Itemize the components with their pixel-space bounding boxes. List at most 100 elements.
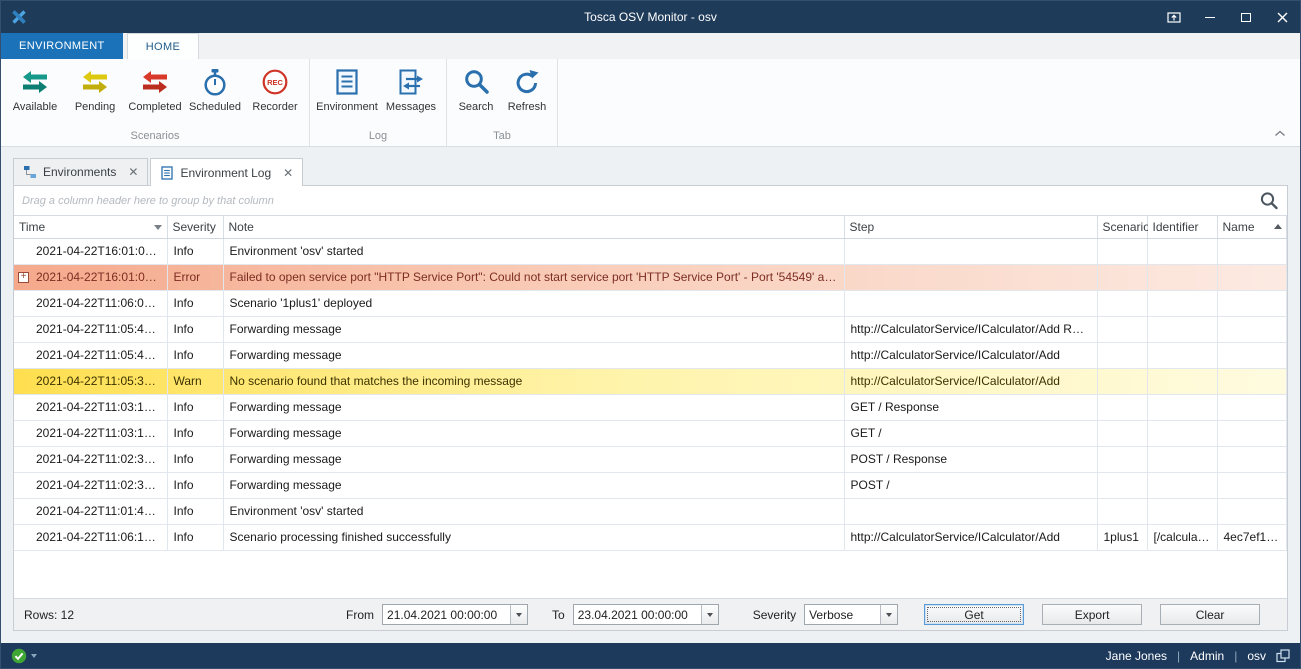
to-date-dropdown-button[interactable]	[701, 605, 718, 624]
scroll-up-icon[interactable]	[1274, 224, 1282, 229]
group-by-hint: Drag a column header here to group by th…	[22, 195, 274, 207]
ribbon: Available Pending Completed	[1, 59, 1300, 147]
close-button[interactable]	[1264, 1, 1300, 33]
chevron-down-icon	[707, 613, 713, 617]
table-row-warn[interactable]: 2021-04-22T11:05:34.043WarnNo scenario f…	[14, 368, 1287, 394]
column-header-step[interactable]: Step	[844, 216, 1097, 238]
from-date-input[interactable]	[383, 605, 510, 624]
severity-input[interactable]	[805, 605, 880, 624]
column-header-identifier[interactable]: Identifier	[1147, 216, 1217, 238]
ribbon-group-scenarios: Available Pending Completed	[1, 59, 310, 146]
ribbon-group-log: Environment Messages Log	[310, 59, 447, 146]
status-caret-icon	[31, 654, 37, 658]
log-document-icon	[332, 66, 362, 97]
clear-button[interactable]: Clear	[1160, 604, 1260, 625]
table-header-row: Time Severity Note Step Scenario Identif…	[14, 216, 1287, 238]
expand-row-icon[interactable]: +	[18, 272, 29, 283]
refresh-icon	[512, 66, 542, 97]
severity-dropdown-button[interactable]	[880, 605, 897, 624]
from-label: From	[346, 608, 374, 622]
group-by-bar[interactable]: Drag a column header here to group by th…	[14, 186, 1287, 216]
refresh-label: Refresh	[508, 101, 547, 113]
status-separator: |	[1177, 649, 1180, 663]
from-date-dropdown-button[interactable]	[510, 605, 527, 624]
column-header-scenario[interactable]: Scenario	[1097, 216, 1147, 238]
table-row[interactable]: 2021-04-22T11:01:42.744InfoEnvironment '…	[14, 498, 1287, 524]
swap-arrows-red-icon	[140, 66, 170, 97]
chevron-up-icon	[1274, 130, 1286, 137]
get-button[interactable]: Get	[924, 604, 1024, 625]
table-row[interactable]: 2021-04-22T11:05:46.097InfoForwarding me…	[14, 316, 1287, 342]
group-label-tab: Tab	[451, 130, 553, 146]
export-button[interactable]: Export	[1042, 604, 1142, 625]
window-title: Tosca OSV Monitor - osv	[1, 10, 1300, 24]
status-environment: osv	[1247, 649, 1266, 663]
rows-count: Rows: 12	[24, 608, 74, 622]
column-header-note[interactable]: Note	[223, 216, 844, 238]
statusbar: Jane Jones | Admin | osv	[1, 643, 1300, 668]
tab-environment-log[interactable]: Environment Log ✕	[150, 158, 303, 186]
environments-tree-icon	[23, 165, 37, 179]
table-row[interactable]: 2021-04-22T11:06:08.523InfoScenario '1pl…	[14, 290, 1287, 316]
column-header-severity[interactable]: Severity	[167, 216, 223, 238]
completed-button[interactable]: Completed	[125, 59, 185, 113]
group-label-scenarios: Scenarios	[5, 130, 305, 146]
to-label: To	[552, 608, 565, 622]
minimize-button[interactable]	[1192, 1, 1228, 33]
collapse-ribbon-button[interactable]	[1274, 124, 1286, 142]
column-header-time[interactable]: Time	[14, 216, 167, 238]
close-icon	[1277, 12, 1288, 23]
pending-button[interactable]: Pending	[65, 59, 125, 113]
window-controls	[1156, 1, 1300, 33]
maximize-button[interactable]	[1228, 1, 1264, 33]
record-icon: REC	[260, 66, 290, 97]
log-messages-label: Messages	[386, 101, 436, 113]
app-window: Tosca OSV Monitor - osv ENVIRONMENT HOME	[0, 0, 1301, 669]
table-row[interactable]: 2021-04-22T16:01:00.279InfoEnvironment '…	[14, 238, 1287, 264]
available-button[interactable]: Available	[5, 59, 65, 113]
column-header-name[interactable]: Name	[1217, 216, 1287, 238]
table-row[interactable]: 2021-04-22T11:02:30.861InfoForwarding me…	[14, 472, 1287, 498]
connection-status[interactable]	[11, 648, 37, 664]
recorder-button[interactable]: REC Recorder	[245, 59, 305, 113]
table-row[interactable]: 2021-04-22T11:03:12.848InfoForwarding me…	[14, 394, 1287, 420]
table-row[interactable]: 2021-04-22T11:06:15.605InfoScenario proc…	[14, 524, 1287, 550]
minimize-icon	[1205, 17, 1215, 18]
log-messages-button[interactable]: Messages	[380, 59, 442, 113]
pin-window-button[interactable]	[1156, 1, 1192, 33]
stopwatch-icon	[200, 66, 230, 97]
log-document-icon	[160, 166, 174, 180]
available-label: Available	[13, 101, 57, 113]
refresh-button[interactable]: Refresh	[501, 59, 553, 113]
status-user: Jane Jones	[1106, 649, 1167, 663]
status-separator: |	[1234, 649, 1237, 663]
scheduled-button[interactable]: Scheduled	[185, 59, 245, 113]
table-row[interactable]: 2021-04-22T11:02:31.040InfoForwarding me…	[14, 446, 1287, 472]
swap-arrows-yellow-icon	[80, 66, 110, 97]
tab-environments-close-icon[interactable]: ✕	[128, 166, 138, 178]
to-date-input[interactable]	[574, 605, 701, 624]
table-row[interactable]: 2021-04-22T11:05:46.038InfoForwarding me…	[14, 342, 1287, 368]
table-row[interactable]: 2021-04-22T11:03:12.690InfoForwarding me…	[14, 420, 1287, 446]
log-environment-label: Environment	[316, 101, 378, 113]
tab-home[interactable]: HOME	[127, 33, 200, 59]
search-button[interactable]: Search	[451, 59, 501, 113]
tab-environments-label: Environments	[43, 165, 116, 179]
grid-empty-area	[14, 551, 1287, 599]
ribbon-group-tab: Search Refresh Tab	[447, 59, 558, 146]
scheduled-label: Scheduled	[189, 101, 241, 113]
tab-environment-log-label: Environment Log	[180, 166, 271, 180]
table-row-error[interactable]: +2021-04-22T16:01:00.157ErrorFailed to o…	[14, 264, 1287, 290]
tab-environments[interactable]: Environments ✕	[13, 158, 148, 185]
status-role: Admin	[1190, 649, 1224, 663]
tab-environment-log-close-icon[interactable]: ✕	[283, 167, 293, 179]
search-icon	[461, 66, 491, 97]
log-environment-button[interactable]: Environment	[314, 59, 380, 113]
severity-editor	[804, 604, 898, 625]
from-date-editor	[382, 604, 528, 625]
filter-footer: Rows: 12 From To Severity Get Export	[14, 598, 1287, 630]
grid-search-icon[interactable]	[1259, 191, 1279, 211]
recorder-label: Recorder	[252, 101, 297, 113]
tab-environment[interactable]: ENVIRONMENT	[1, 33, 123, 59]
titlebar: Tosca OSV Monitor - osv	[1, 1, 1300, 33]
